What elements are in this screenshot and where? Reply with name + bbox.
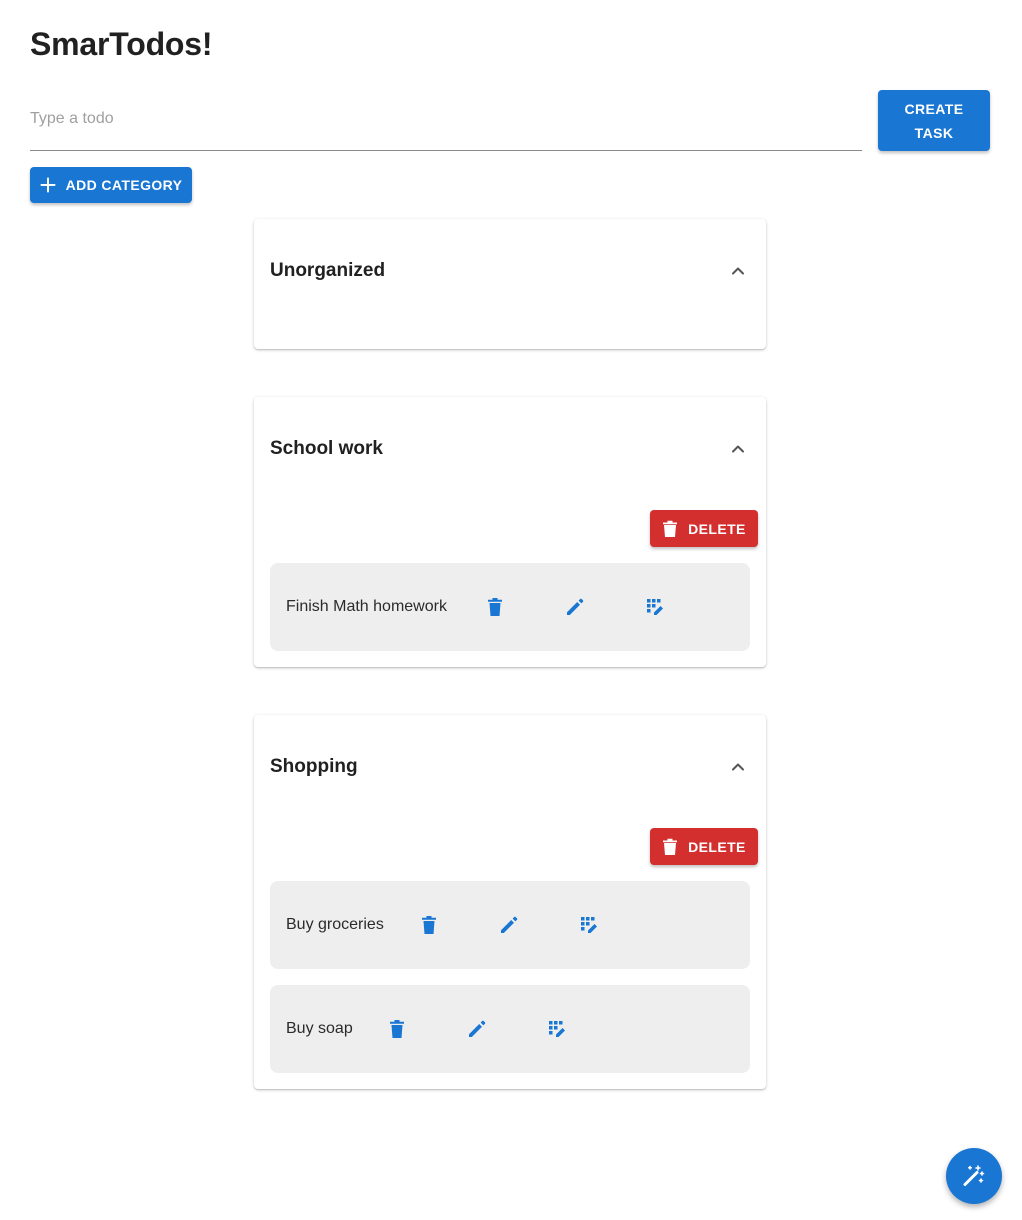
trash-icon bbox=[663, 838, 678, 855]
add-category-label: ADD CATEGORY bbox=[65, 177, 183, 193]
create-task-button[interactable]: CREATE TASK bbox=[878, 90, 990, 151]
chevron-up-icon[interactable] bbox=[726, 259, 750, 283]
task-label: Finish Math homework bbox=[286, 598, 447, 615]
task-label: Buy groceries bbox=[286, 916, 384, 933]
todo-input-container bbox=[30, 98, 862, 151]
edit-icon[interactable] bbox=[497, 913, 521, 937]
chevron-up-icon[interactable] bbox=[726, 437, 750, 461]
edit-icon[interactable] bbox=[563, 595, 587, 619]
delete-icon[interactable] bbox=[483, 595, 507, 619]
task-item: Buy groceries bbox=[270, 881, 750, 969]
delete-icon[interactable] bbox=[417, 913, 441, 937]
magic-wand-icon bbox=[963, 1165, 985, 1186]
category-title: Shopping bbox=[270, 756, 358, 777]
delete-label: DELETE bbox=[688, 838, 746, 855]
magic-wand-fab[interactable] bbox=[946, 1148, 1002, 1204]
category-header[interactable]: Unorganized bbox=[270, 219, 750, 323]
category-card-shopping: Shopping DELETE Buy groceries Buy soap bbox=[254, 715, 766, 1089]
category-title: School work bbox=[270, 438, 383, 459]
task-item: Buy soap bbox=[270, 985, 750, 1073]
grid-edit-icon[interactable] bbox=[577, 913, 601, 937]
add-category-button[interactable]: ADD CATEGORY bbox=[30, 167, 192, 203]
app-title: SmarTodos! bbox=[30, 26, 213, 62]
edit-icon[interactable] bbox=[465, 1017, 489, 1041]
category-header[interactable]: School work bbox=[270, 397, 750, 501]
category-header[interactable]: Shopping bbox=[270, 715, 750, 819]
delete-category-button[interactable]: DELETE bbox=[650, 828, 758, 865]
task-label: Buy soap bbox=[286, 1020, 353, 1037]
grid-edit-icon[interactable] bbox=[643, 595, 667, 619]
plus-icon bbox=[40, 177, 56, 193]
category-card-unorganized: Unorganized bbox=[254, 219, 766, 349]
delete-label: DELETE bbox=[688, 520, 746, 537]
category-card-school-work: School work DELETE Finish Math homework bbox=[254, 397, 766, 667]
chevron-up-icon[interactable] bbox=[726, 755, 750, 779]
todo-input[interactable] bbox=[30, 98, 862, 150]
delete-icon[interactable] bbox=[385, 1017, 409, 1041]
delete-category-button[interactable]: DELETE bbox=[650, 510, 758, 547]
trash-icon bbox=[663, 520, 678, 537]
task-item: Finish Math homework bbox=[270, 563, 750, 651]
category-title: Unorganized bbox=[270, 260, 386, 281]
grid-edit-icon[interactable] bbox=[545, 1017, 569, 1041]
